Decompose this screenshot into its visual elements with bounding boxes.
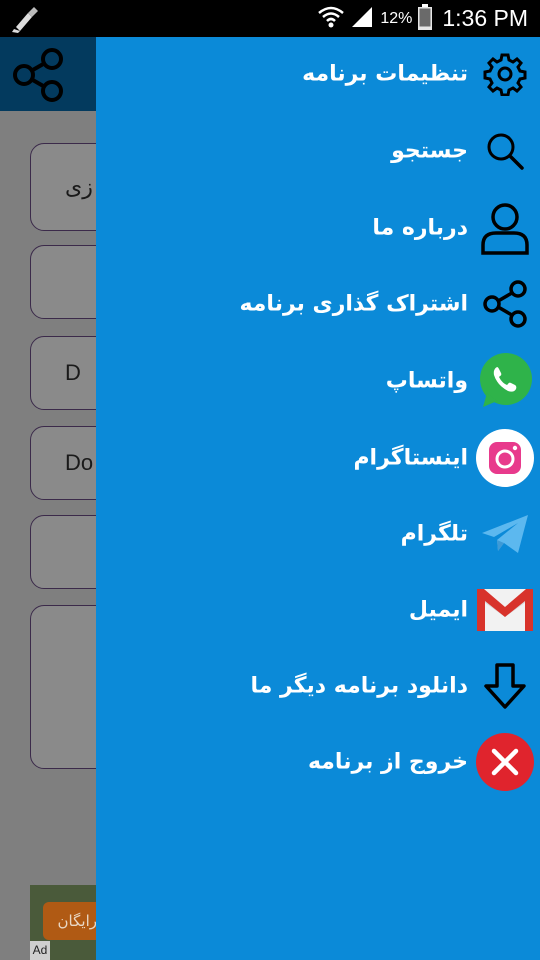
menu-item-settings[interactable]: تنظیمات برنامه xyxy=(96,39,540,109)
menu-item-label: اشتراک گذاری برنامه xyxy=(239,291,468,317)
settings-gear-icon xyxy=(474,43,536,105)
menu-item-search[interactable]: جستجو xyxy=(96,116,540,186)
navigation-drawer: تنظیمات برنامه جستجو درباره ما اشتراک گذ… xyxy=(96,37,540,960)
download-arrow-icon xyxy=(474,655,536,717)
status-bar: 12% 1:36 PM xyxy=(0,0,540,37)
menu-item-label: جستجو xyxy=(391,138,468,164)
share-icon[interactable] xyxy=(8,44,70,106)
menu-item-label: خروج از برنامه xyxy=(307,749,468,775)
gmail-icon xyxy=(474,579,536,641)
menu-item-label: واتساپ xyxy=(385,368,468,394)
battery-percent: 12% xyxy=(380,9,413,27)
close-exit-icon xyxy=(474,731,536,793)
clock: 1:36 PM xyxy=(442,5,528,31)
user-icon xyxy=(474,197,536,259)
signal-icon xyxy=(350,5,374,33)
menu-item-exit[interactable]: خروج از برنامه xyxy=(96,727,540,797)
battery-icon xyxy=(418,3,433,34)
menu-item-download[interactable]: دانلود برنامه دیگر ما xyxy=(96,651,540,721)
menu-item-email[interactable]: ایمیل xyxy=(96,575,540,645)
menu-item-whatsapp[interactable]: واتساپ xyxy=(96,346,540,416)
telegram-icon xyxy=(474,503,536,565)
instagram-icon xyxy=(474,427,536,489)
menu-item-about[interactable]: درباره ما xyxy=(96,193,540,263)
whatsapp-icon xyxy=(474,350,536,412)
menu-item-label: تلگرام xyxy=(400,521,468,547)
ad-button[interactable]: رایگان xyxy=(43,902,103,940)
share-icon xyxy=(474,273,536,335)
search-icon xyxy=(474,120,536,182)
wifi-icon xyxy=(318,5,345,33)
menu-item-label: ایمیل xyxy=(408,597,468,623)
menu-item-share[interactable]: اشتراک گذاری برنامه xyxy=(96,269,540,339)
menu-item-telegram[interactable]: تلگرام xyxy=(96,499,540,569)
menu-item-label: اینستاگرام xyxy=(353,445,468,471)
menu-item-instagram[interactable]: اینستاگرام xyxy=(96,423,540,493)
menu-item-label: تنظیمات برنامه xyxy=(302,61,468,87)
cleaner-icon xyxy=(12,5,42,33)
menu-item-label: درباره ما xyxy=(372,215,468,241)
menu-item-label: دانلود برنامه دیگر ما xyxy=(250,673,468,699)
ad-label: Ad xyxy=(30,941,50,960)
